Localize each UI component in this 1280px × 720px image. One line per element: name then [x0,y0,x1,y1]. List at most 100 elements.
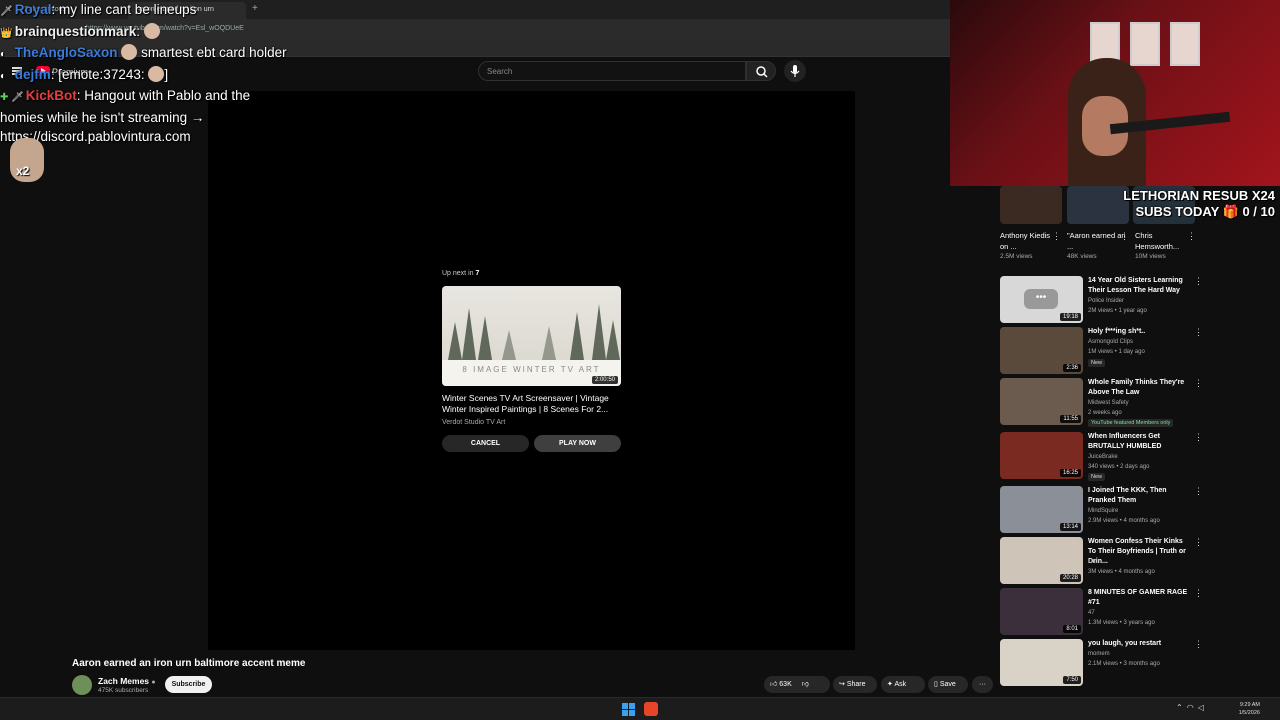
recommendation-channel[interactable]: JuiceBrake [1088,454,1118,460]
clock[interactable]: 9:29 AM 1/5/2026 [1232,701,1260,717]
thumbnail-caption-text: 8 IMAGE WINTER TV ART [462,365,601,374]
recommendation-channel[interactable]: Asmongold Clips [1088,339,1133,345]
up-next-title[interactable]: Winter Scenes TV Art Screensaver | Vinta… [442,393,622,415]
wall-frame [1170,22,1200,66]
tree-shape [462,308,476,360]
recommendation-thumbnail[interactable]: 2:36 [1000,327,1083,374]
tree-shape [592,304,606,360]
wifi-icon[interactable]: ◠ [1187,703,1198,712]
chat-username: brainquestionmark [14,23,137,39]
short-thumbnail[interactable] [1000,186,1062,224]
thumbs-up-icon[interactable]: 👍︎ [770,681,777,688]
os-taskbar: ⌃◠◁ 9:29 AM 1/5/2026 [0,697,1280,720]
chat-text: : Hangout with Pablo and the [76,88,251,103]
short-title[interactable]: "Aaron earned an ... [1067,230,1127,252]
recommendation-meta: 2.1M views • 3 months ago [1088,661,1160,667]
chat-text: : [136,23,141,39]
recommendation-meta: 3M views • 4 months ago [1088,569,1155,575]
volume-icon[interactable]: ◁ [1198,703,1208,712]
share-label: Share [846,681,866,688]
recommendation-channel[interactable]: MindSquire [1088,508,1118,514]
channel-avatar[interactable] [72,675,92,695]
recommendation-more-icon[interactable]: ⋮ [1194,588,1203,599]
system-tray[interactable]: ⌃◠◁ [1176,703,1208,712]
short-more-icon[interactable]: ⋮ [1052,231,1061,242]
thumbs-down-icon[interactable]: 👎︎ [802,681,809,688]
like-count[interactable]: 63K [779,681,791,688]
up-next-thumbnail[interactable]: 8 IMAGE WINTER TV ART 2:00:50 [442,286,621,386]
placeholder-icon: ••• [1024,289,1058,309]
search-icon [756,66,768,78]
chat-message: 👑 brainquestionmark: [0,22,330,44]
recommendation-thumbnail[interactable]: 8:01 [1000,588,1083,635]
recommendation-thumbnail[interactable]: 11:55 [1000,378,1083,425]
save-label: Save [939,681,956,688]
sub-alert-line1: LETHORIAN RESUB X24 [1123,188,1275,203]
recommendation-duration: 19:18 [1059,313,1081,321]
chat-badge-icon: ◐ [0,49,7,60]
recommendation-title[interactable]: Women Confess Their Kinks To Their Boyfr… [1088,537,1188,567]
search-input[interactable]: Search [478,61,746,81]
recommendation-more-icon[interactable]: ⋮ [1194,639,1203,650]
tree-shape [448,322,462,360]
chat-text-tail: ] [164,66,169,82]
recommendation-duration: 8:01 [1063,625,1081,633]
recommendation-channel[interactable]: 47 [1088,610,1095,616]
recommendation-more-icon[interactable]: ⋮ [1194,486,1203,497]
sub-alert-line2: SUBS TODAY 🎁 0 / 10 [1135,204,1275,219]
cancel-autoplay-button[interactable]: CANCEL [442,435,529,452]
recommendation-more-icon[interactable]: ⋮ [1194,276,1203,287]
save-button[interactable]: ▯ Save [928,676,968,693]
subscribe-button[interactable]: Subscribe [165,676,212,693]
recommendation-meta: 2 weeks ago [1088,410,1122,416]
more-actions-button[interactable]: ··· [972,676,993,693]
recommendation-title[interactable]: Whole Family Thinks They're Above The La… [1088,378,1188,398]
recommendation-more-icon[interactable]: ⋮ [1194,378,1203,389]
chat-message: ◐ dejfm: [emote:37243: ] [0,65,330,87]
bot-badge-icon: ✚ [0,92,9,103]
recommendation-channel[interactable]: Midwest Safety [1088,400,1129,406]
recommendation-title[interactable]: When Influencers Get BRUTALLY HUMBLED [1088,432,1188,452]
recommendation-thumbnail[interactable]: 13:14 [1000,486,1083,533]
recommendation-thumbnail[interactable]: 7:50 [1000,639,1083,686]
brave-browser-icon[interactable] [644,702,658,716]
recommendation-more-icon[interactable]: ⋮ [1194,537,1203,548]
recommendation-channel[interactable]: Police Insider [1088,298,1124,304]
recommendation-title[interactable]: 14 Year Old Sisters Learning Their Lesso… [1088,276,1188,296]
play-now-button[interactable]: PLAY NOW [534,435,621,452]
recommendation-title[interactable]: I Joined The KKK, Then Pranked Them [1088,486,1188,506]
chevron-up-icon[interactable]: ⌃ [1176,703,1187,712]
channel-name-text[interactable]: Zach Memes [98,676,149,686]
chat-username: TheAngloSaxon [14,45,118,60]
tree-shape [606,320,620,360]
recommendation-channel[interactable]: momem [1088,651,1110,657]
recommendation-thumbnail[interactable]: 20:28 [1000,537,1083,584]
short-title[interactable]: Chris Hemsworth... [1135,230,1195,252]
recommendation-channel[interactable]: Cut [1088,559,1097,565]
ask-button[interactable]: ✦ Ask [881,676,925,693]
up-next-countdown: Up next in 7 [442,270,479,277]
recommendation-title[interactable]: Holy f***ing sh*t.. [1088,327,1188,337]
recommendation-title[interactable]: you laugh, you restart [1088,639,1188,649]
up-next-channel: Verdot Studio TV Art [442,419,506,426]
new-badge: New [1088,473,1106,481]
sparkle-icon: ✦ [887,681,893,688]
recommendation-thumbnail[interactable]: ••• 19:18 [1000,276,1083,323]
voice-search-button[interactable] [784,60,806,82]
chat-text: : my line cant be lineups [51,2,197,17]
tree-shape [478,316,492,360]
short-title[interactable]: Anthony Kiedis on ... [1000,230,1060,252]
recommendation-thumbnail[interactable]: 16:25 [1000,432,1083,479]
like-dislike-group[interactable]: 👍︎ 63K 👎︎ [764,676,830,693]
channel-name[interactable]: Zach Memes ● [98,676,156,686]
short-more-icon[interactable]: ⋮ [1120,231,1129,242]
windows-start-icon[interactable] [622,703,635,716]
share-button[interactable]: ↪ Share [833,676,877,693]
recommendation-title[interactable]: 8 MINUTES OF GAMER RAGE #71 [1088,588,1188,608]
video-player[interactable]: Up next in 7 8 IMAGE WINTER TV ART 2:00:… [208,91,855,650]
recommendation-more-icon[interactable]: ⋮ [1194,432,1203,443]
search-button[interactable] [746,61,776,81]
short-more-icon[interactable]: ⋮ [1187,231,1196,242]
clock-date: 1/5/2026 [1238,710,1260,716]
recommendation-more-icon[interactable]: ⋮ [1194,327,1203,338]
